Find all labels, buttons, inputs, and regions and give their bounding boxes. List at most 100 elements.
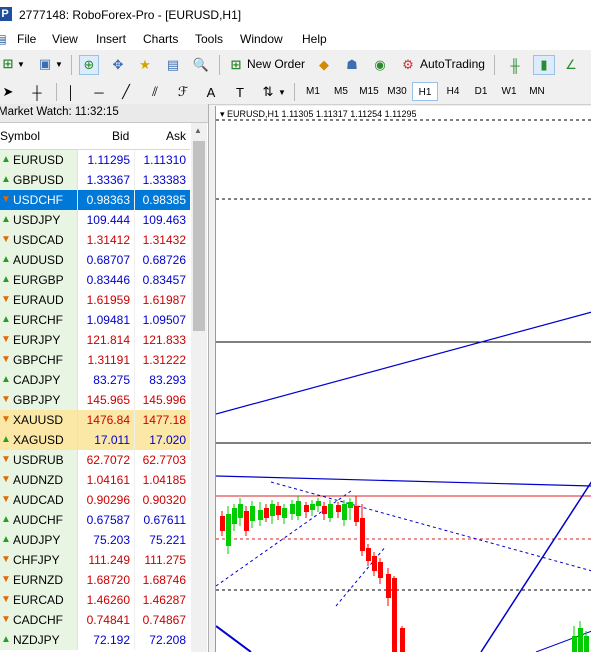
favorites-icon[interactable]: ★ (135, 55, 155, 75)
symbol-cell[interactable]: ▼ USDRUB (0, 450, 78, 470)
table-row[interactable]: ▲ AUDUSD 0.68707 0.68726 (0, 250, 190, 270)
table-row[interactable]: ▼ GBPCHF 1.31191 1.31222 (0, 350, 190, 370)
symbol-cell[interactable]: ▼ EURAUD (0, 290, 78, 310)
table-row[interactable]: ▲ AUDCHF 0.67587 0.67611 (0, 510, 190, 530)
trendline-icon[interactable]: ╱ (117, 82, 135, 102)
symbol-cell[interactable]: ▼ EURJPY (0, 330, 78, 350)
symbol-cell[interactable]: ▲ AUDUSD (0, 250, 78, 270)
timeframe-h4[interactable]: H4 (440, 82, 466, 101)
symbol-cell[interactable]: ▼ GBPCHF (0, 350, 78, 370)
chevron-down-icon[interactable]: ▼ (17, 58, 25, 70)
table-row[interactable]: ▼ USDRUB 62.7072 62.7703 (0, 450, 190, 470)
symbol-cell[interactable]: ▼ USDCAD (0, 230, 78, 250)
cursor-icon[interactable]: ➤ (0, 82, 16, 102)
timeframe-d1[interactable]: D1 (468, 82, 494, 101)
scroll-up-icon[interactable]: ▲ (194, 126, 202, 135)
chevron-down-icon[interactable]: ▼ (55, 58, 63, 70)
line-chart-icon[interactable]: ∠ (561, 55, 581, 75)
chart-window[interactable]: ▾ EURUSD,H1 1.11305 1.11317 1.11254 1.11… (215, 106, 591, 652)
symbol-cell[interactable]: ▲ CADJPY (0, 370, 78, 390)
new-chart-icon[interactable]: ⊞ (0, 56, 16, 72)
table-row[interactable]: ▲ AUDJPY 75.203 75.221 (0, 530, 190, 550)
new-order-button[interactable]: New Order (247, 57, 305, 71)
symbol-cell[interactable]: ▲ EURCHF (0, 310, 78, 330)
navigator-icon[interactable]: ✥ (108, 55, 128, 75)
metaeditor-icon[interactable]: ◆ (314, 55, 334, 75)
table-row[interactable]: ▼ USDCHF 0.98363 0.98385 (0, 190, 190, 210)
symbol-cell[interactable]: ▼ USDCHF (0, 190, 78, 210)
table-row[interactable]: ▼ CADCHF 0.74841 0.74867 (0, 610, 190, 630)
market-watch-scrollbar[interactable]: ▲ (191, 123, 207, 652)
symbol-cell[interactable]: ▲ AUDJPY (0, 530, 78, 550)
timeframe-m5[interactable]: M5 (328, 82, 354, 101)
table-row[interactable]: ▼ GBPJPY 145.965 145.996 (0, 390, 190, 410)
chart-canvas[interactable] (216, 106, 591, 652)
horizontal-line-icon[interactable]: ─ (90, 82, 108, 102)
candlestick-icon[interactable]: ▮ (533, 55, 555, 75)
symbol-cell[interactable]: ▼ XAUUSD (0, 410, 78, 430)
col-ask-header[interactable]: Ask (166, 129, 186, 143)
table-row[interactable]: ▼ AUDCAD 0.90296 0.90320 (0, 490, 190, 510)
symbol-cell[interactable]: ▼ CHFJPY (0, 550, 78, 570)
table-row[interactable]: ▲ EURUSD 1.11295 1.11310 (0, 150, 190, 170)
symbol-cell[interactable]: ▼ AUDCAD (0, 490, 78, 510)
profiles-icon[interactable]: ▣ (36, 56, 54, 72)
vps-icon[interactable]: ◉ (370, 55, 390, 75)
symbol-cell[interactable]: ▲ NZDJPY (0, 630, 78, 650)
menu-charts[interactable]: Charts (143, 32, 178, 46)
table-row[interactable]: ▼ AUDNZD 1.04161 1.04185 (0, 470, 190, 490)
chevron-down-icon[interactable]: ▼ (278, 86, 286, 98)
symbol-cell[interactable]: ▲ EURGBP (0, 270, 78, 290)
table-row[interactable]: ▼ CHFJPY 111.249 111.275 (0, 550, 190, 570)
autotrading-icon[interactable]: ⚙ (398, 55, 418, 75)
symbol-cell[interactable]: ▼ GBPJPY (0, 390, 78, 410)
table-row[interactable]: ▼ EURNZD 1.68720 1.68746 (0, 570, 190, 590)
text-label-icon[interactable]: T (231, 82, 249, 102)
table-row[interactable]: ▲ XAGUSD 17.011 17.020 (0, 430, 190, 450)
symbol-cell[interactable]: ▼ EURCAD (0, 590, 78, 610)
signals-icon[interactable]: ☗ (342, 55, 362, 75)
arrows-icon[interactable]: ⇅ (259, 82, 277, 102)
vertical-line-icon[interactable]: │ (64, 82, 78, 102)
timeframe-h1[interactable]: H1 (412, 82, 438, 101)
fibonacci-icon[interactable]: ℱ (174, 82, 192, 102)
col-symbol-header[interactable]: Symbol (0, 129, 40, 143)
timeframe-m1[interactable]: M1 (300, 82, 326, 101)
table-row[interactable]: ▲ USDJPY 109.444 109.463 (0, 210, 190, 230)
autotrading-button[interactable]: AutoTrading (420, 57, 485, 71)
symbol-cell[interactable]: ▲ XAGUSD (0, 430, 78, 450)
table-row[interactable]: ▲ EURGBP 0.83446 0.83457 (0, 270, 190, 290)
table-row[interactable]: ▼ XAUUSD 1476.84 1477.18 (0, 410, 190, 430)
table-row[interactable]: ▲ GBPUSD 1.33367 1.33383 (0, 170, 190, 190)
text-icon[interactable]: A (203, 82, 219, 102)
symbol-cell[interactable]: ▲ GBPUSD (0, 170, 78, 190)
new-order-icon[interactable]: ⊞ (227, 55, 245, 75)
scrollbar-thumb[interactable] (193, 141, 205, 331)
symbol-cell[interactable]: ▼ AUDNZD (0, 470, 78, 490)
menu-view[interactable]: View (52, 32, 78, 46)
menu-window[interactable]: Window (240, 32, 283, 46)
table-row[interactable]: ▲ EURCHF 1.09481 1.09507 (0, 310, 190, 330)
channel-icon[interactable]: ⫽ (146, 82, 164, 102)
symbol-cell[interactable]: ▼ CADCHF (0, 610, 78, 630)
timeframe-m15[interactable]: M15 (356, 82, 382, 101)
menu-help[interactable]: Help (302, 32, 327, 46)
timeframe-mn[interactable]: MN (524, 82, 550, 101)
menu-insert[interactable]: Insert (96, 32, 126, 46)
table-row[interactable]: ▲ CADJPY 83.275 83.293 (0, 370, 190, 390)
col-bid-header[interactable]: Bid (112, 129, 129, 143)
data-window-icon[interactable]: ▤ (163, 55, 183, 75)
symbol-cell[interactable]: ▲ AUDCHF (0, 510, 78, 530)
strategy-tester-icon[interactable]: 🔍 (191, 55, 211, 75)
menu-tools[interactable]: Tools (195, 32, 223, 46)
symbol-cell[interactable]: ▼ EURNZD (0, 570, 78, 590)
table-row[interactable]: ▼ EURJPY 121.814 121.833 (0, 330, 190, 350)
bar-chart-icon[interactable]: ╫ (505, 55, 525, 75)
symbol-cell[interactable]: ▲ EURUSD (0, 150, 78, 170)
timeframe-m30[interactable]: M30 (384, 82, 410, 101)
symbol-cell[interactable]: ▲ USDJPY (0, 210, 78, 230)
table-row[interactable]: ▼ EURAUD 1.61959 1.61987 (0, 290, 190, 310)
market-watch-toggle-icon[interactable]: ⊕ (79, 55, 99, 75)
menu-file[interactable]: File (17, 32, 36, 46)
crosshair-icon[interactable]: ┼ (28, 82, 46, 102)
